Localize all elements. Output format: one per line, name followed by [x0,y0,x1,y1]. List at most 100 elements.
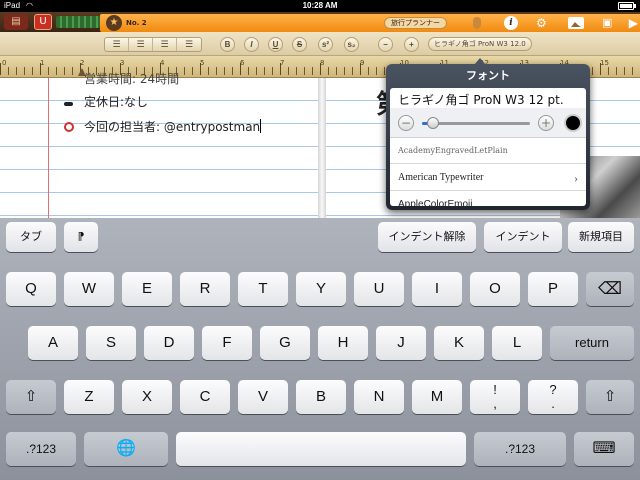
key-l[interactable]: L [492,326,542,360]
image-icon[interactable] [568,17,584,29]
text-line[interactable]: 定休日:なし [84,93,148,110]
play-icon[interactable]: ▶ [629,16,638,30]
status-bar: iPad ◠ 10:28 AM [0,0,640,12]
key-b[interactable]: B [296,380,346,414]
key-d[interactable]: D [144,326,194,360]
shift-left-key[interactable]: ⇧ [6,380,56,414]
ruler-label: 7 [280,59,285,67]
key-x[interactable]: X [122,380,172,414]
key-upper-glyph: ! [493,382,497,397]
key-lower-glyph: , [493,396,497,411]
font-size-row: − + [390,108,586,138]
key-z[interactable]: Z [64,380,114,414]
strikethrough-button[interactable]: S [292,37,307,52]
justify-button[interactable]: ☰ [177,38,201,51]
bold-button[interactable]: B [220,37,235,52]
font-option[interactable]: American Typewriter › [390,165,586,191]
text-line-content: 今回の担当者: @entrypostman [84,120,261,134]
exclamation-comma-key[interactable]: ! , [470,380,520,414]
key-n[interactable]: N [354,380,404,414]
font-button[interactable]: ヒラギノ角ゴ ProN W3 12.0 [428,37,532,51]
documents-button[interactable]: ▤ [4,14,28,30]
ruler-label: 0 [2,59,7,67]
document-bar: ★ No. 2 旅行プランナー i ⚙ ▣ ▶ [100,14,640,32]
align-left-button[interactable]: ☰ [105,38,129,51]
key-o[interactable]: O [470,272,520,306]
key-c[interactable]: C [180,380,230,414]
subscript-button[interactable]: s₂ [344,37,359,52]
key-q[interactable]: Q [6,272,56,306]
active-bullet-icon [64,122,74,132]
info-icon[interactable]: i [504,16,518,30]
document-title[interactable]: 旅行プランナー [384,17,447,29]
text-cursor [260,119,262,133]
hide-keyboard-icon[interactable]: ⌨ [574,432,634,466]
indent-key[interactable]: インデント [484,222,562,252]
ruler-label: 5 [200,59,205,67]
key-g[interactable]: G [260,326,310,360]
ruler-label: 3 [120,59,125,67]
align-right-button[interactable]: ☰ [153,38,177,51]
key-lower-glyph: . [551,396,555,411]
key-u[interactable]: U [354,272,404,306]
margin-line [48,78,49,218]
key-p[interactable]: P [528,272,578,306]
bullet-icon [64,102,73,106]
backspace-key[interactable]: ⌫ [586,272,634,306]
increase-size-button[interactable]: + [404,37,419,52]
align-center-button[interactable]: ☰ [129,38,153,51]
notebook-icon[interactable]: U [34,14,52,30]
font-size-slider-knob[interactable] [426,117,439,129]
key-a[interactable]: A [28,326,78,360]
size-increase-button[interactable]: + [538,115,554,131]
outdent-key[interactable]: インデント解除 [378,222,476,252]
ruler-label: 9 [360,59,365,67]
key-k[interactable]: K [434,326,484,360]
battery-icon [618,2,634,10]
key-v[interactable]: V [238,380,288,414]
font-option[interactable]: AppleColorEmoji [390,192,586,206]
ruler-label: 8 [320,59,325,67]
key-t[interactable]: T [238,272,288,306]
return-key[interactable]: return [550,326,634,360]
text-line[interactable]: 営業時間: 24時間 [84,70,179,87]
globe-icon[interactable]: 🌐 [84,432,168,466]
shift-right-key[interactable]: ⇧ [586,380,634,414]
chevron-right-icon: › [574,171,578,185]
font-popover: フォント ヒラギノ角ゴ ProN W3 12 pt. − + AcademyEn… [386,58,590,210]
new-item-key[interactable]: 新規項目 [568,222,634,252]
question-period-key[interactable]: ? . [528,380,578,414]
key-i[interactable]: I [412,272,462,306]
camera-icon[interactable]: ▣ [602,16,612,30]
key-h[interactable]: H [318,326,368,360]
key-r[interactable]: R [180,272,230,306]
paragraph-mark-key[interactable]: ⁋ [64,222,98,252]
numbers-key-right[interactable]: .?123 [474,432,566,466]
superscript-button[interactable]: s² [318,37,333,52]
tab-key[interactable]: タブ [6,222,56,252]
key-y[interactable]: Y [296,272,346,306]
font-panel: ヒラギノ角ゴ ProN W3 12 pt. − + AcademyEngrave… [390,88,586,206]
key-j[interactable]: J [376,326,426,360]
italic-button[interactable]: I [244,37,259,52]
key-f[interactable]: F [202,326,252,360]
font-color-swatch[interactable] [564,114,582,132]
key-e[interactable]: E [122,272,172,306]
space-key[interactable] [176,432,466,466]
star-icon[interactable]: ★ [106,15,122,31]
underline-button[interactable]: U [268,37,283,52]
microphone-icon[interactable] [473,17,481,29]
decrease-size-button[interactable]: − [378,37,393,52]
key-s[interactable]: S [86,326,136,360]
gear-icon[interactable]: ⚙ [536,15,547,31]
pencil-icon[interactable] [56,16,100,28]
font-option[interactable]: AcademyEngravedLetPlain [390,138,586,164]
key-m[interactable]: M [412,380,462,414]
text-line-active[interactable]: 今回の担当者: @entrypostman [84,118,262,135]
ruler-label: 6 [240,59,245,67]
document-number: No. 2 [126,19,147,27]
size-decrease-button[interactable]: − [398,115,414,131]
keyboard: タブ ⁋ インデント解除 インデント 新規項目 Q W E R T Y U I … [0,218,640,480]
key-w[interactable]: W [64,272,114,306]
numbers-key-left[interactable]: .?123 [6,432,76,466]
